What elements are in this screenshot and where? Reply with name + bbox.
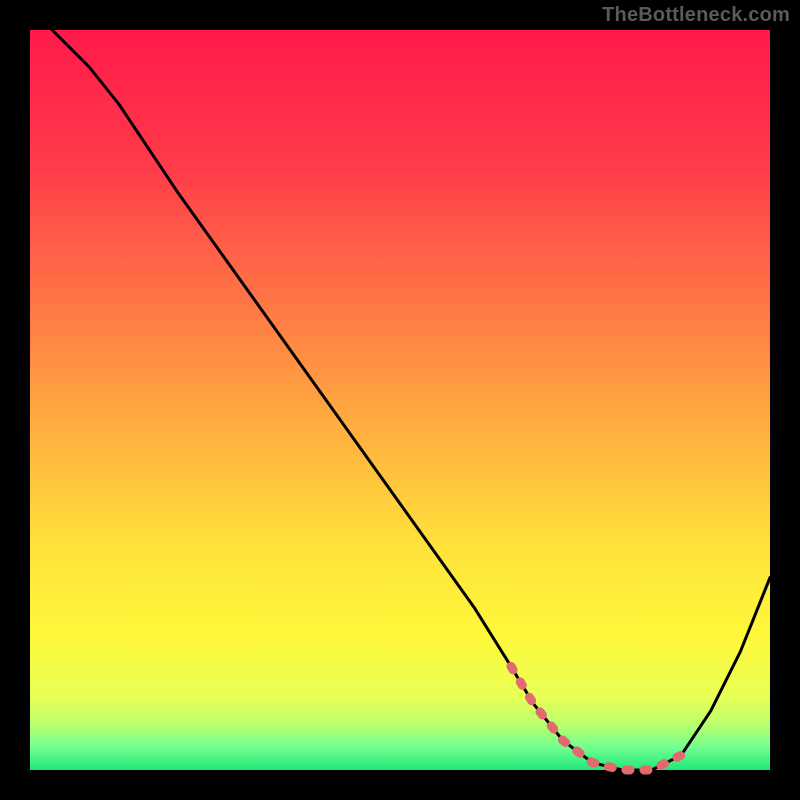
plot-background <box>30 30 770 770</box>
watermark-text: TheBottleneck.com <box>602 4 790 27</box>
chart-container: TheBottleneck.com <box>0 0 800 800</box>
bottleneck-chart <box>0 0 800 800</box>
